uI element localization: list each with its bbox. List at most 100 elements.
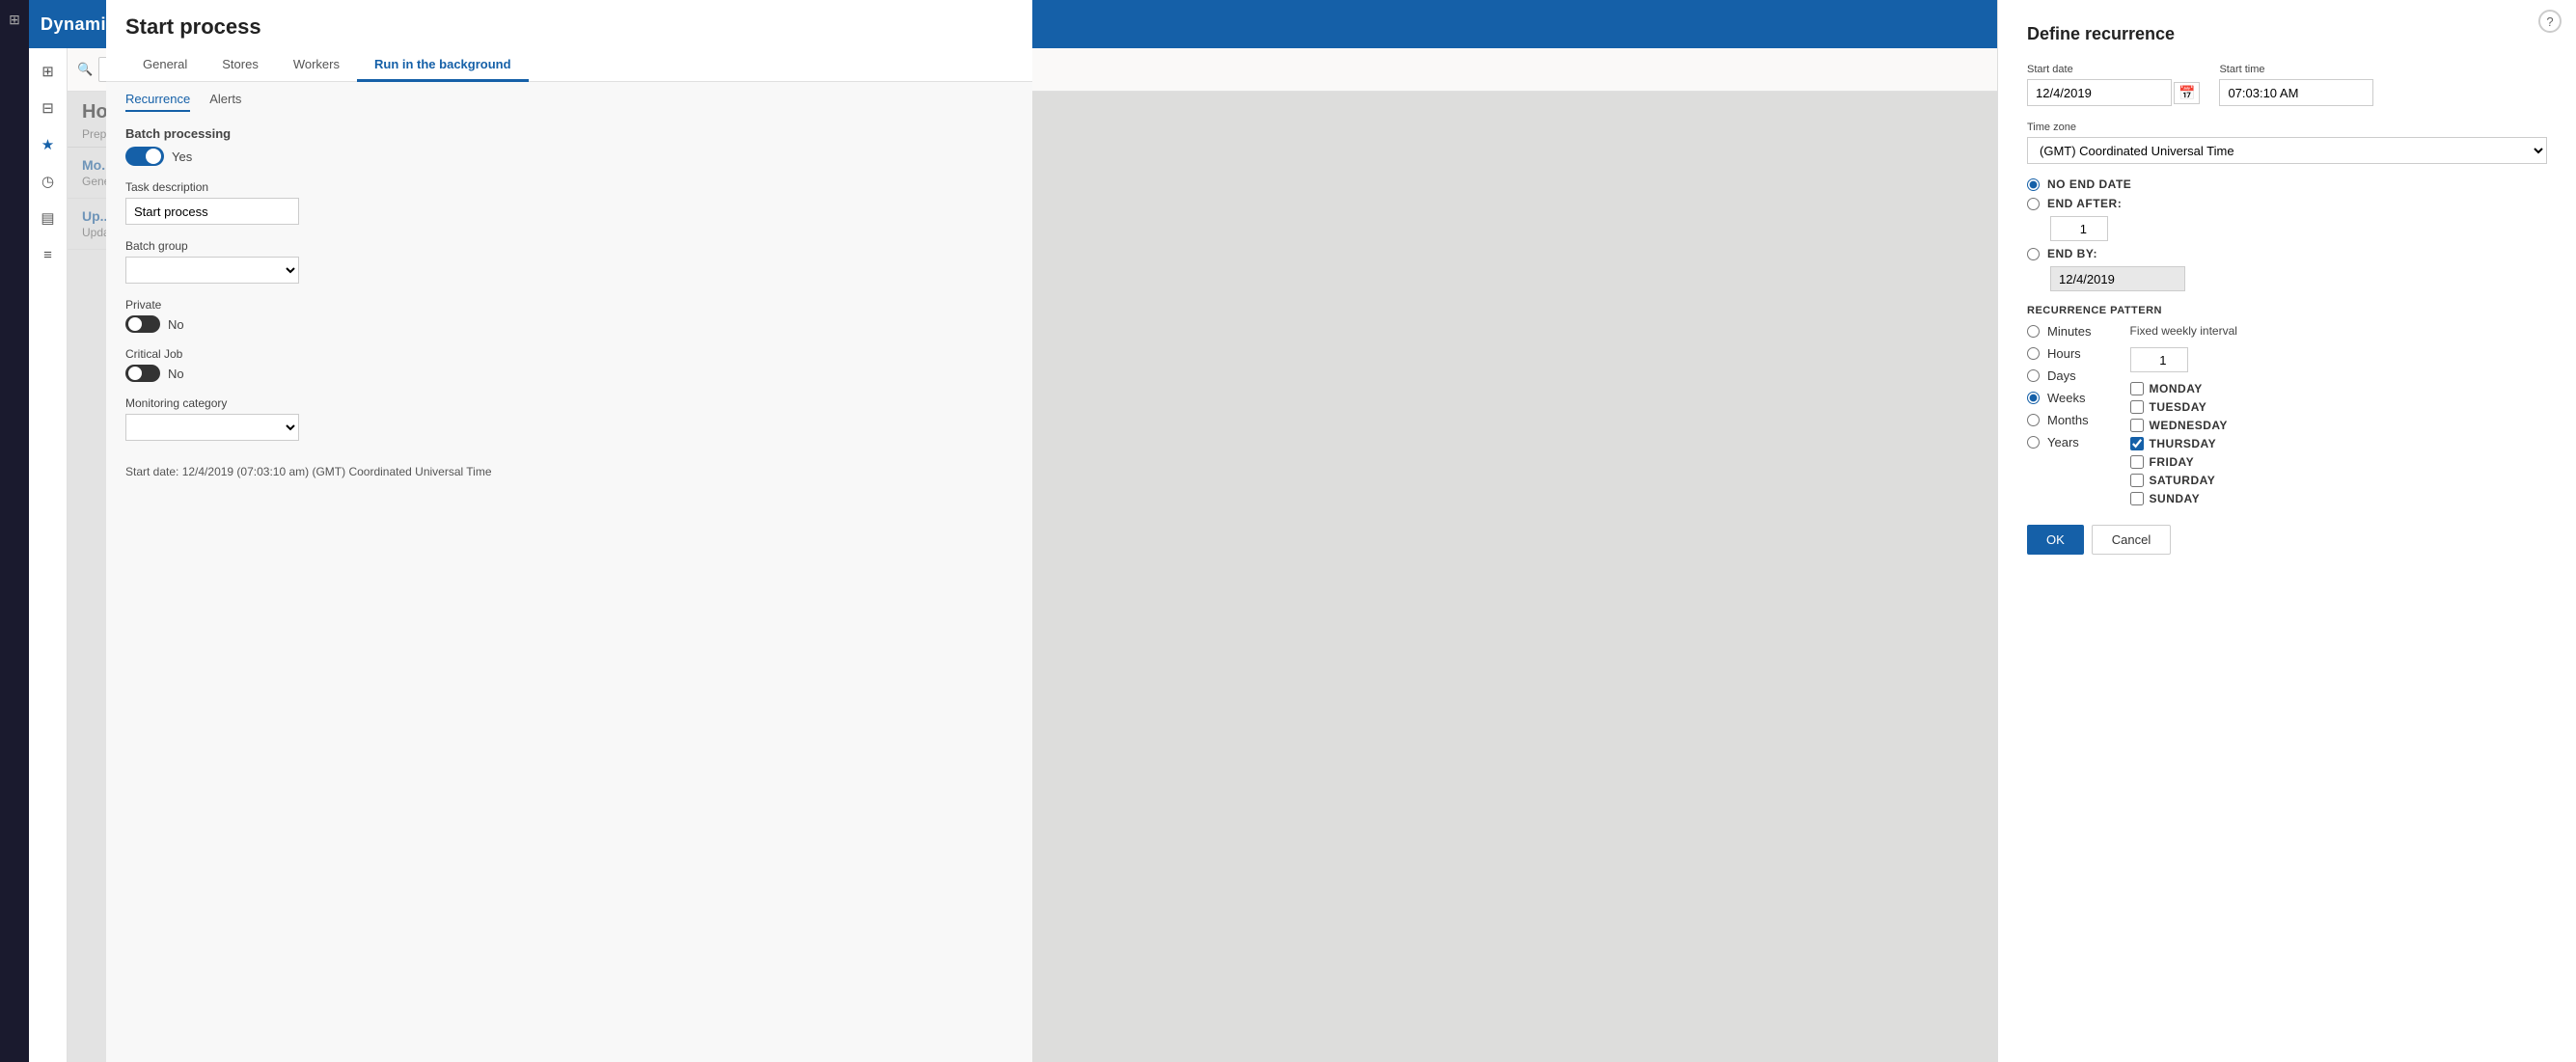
critical-job-label: Critical Job <box>125 347 1013 361</box>
end-options-group: NO END DATE END AFTER: END BY: <box>2027 177 2547 291</box>
tab-general[interactable]: General <box>125 49 205 82</box>
task-description-input[interactable] <box>125 198 299 225</box>
pattern-months-radio[interactable] <box>2027 414 2040 426</box>
pattern-hours-label[interactable]: Hours <box>2047 346 2081 361</box>
tuesday-label[interactable]: TUESDAY <box>2150 400 2207 414</box>
define-recurrence-panel: ? Define recurrence Start date 📅 Start t… <box>1997 0 2576 1062</box>
saturday-checkbox[interactable] <box>2130 474 2144 487</box>
pattern-hours-row: Hours <box>2027 346 2092 361</box>
tab-workers[interactable]: Workers <box>276 49 357 82</box>
recurrence-pattern-container: Minutes Hours Days Weeks Months Years <box>2027 324 2547 505</box>
end-after-radio[interactable] <box>2027 198 2040 210</box>
friday-checkbox[interactable] <box>2130 455 2144 469</box>
start-time-input[interactable] <box>2219 79 2373 106</box>
private-field: Private No <box>106 298 1032 333</box>
pattern-weeks-label[interactable]: Weeks <box>2047 391 2086 405</box>
search-icon-button[interactable]: 🔍 <box>77 62 93 77</box>
start-date-input[interactable] <box>2027 79 2172 106</box>
friday-label[interactable]: FRIDAY <box>2150 455 2195 469</box>
ok-button[interactable]: OK <box>2027 525 2084 555</box>
nav-home-icon[interactable]: ⊞ <box>33 56 64 87</box>
batch-toggle[interactable] <box>125 147 164 166</box>
pattern-hours-radio[interactable] <box>2027 347 2040 360</box>
task-description-field: Task description <box>106 180 1032 225</box>
days-container: MONDAY TUESDAY WEDNESDAY THURSDAY FRIDAY <box>2130 382 2237 505</box>
critical-row: No <box>125 365 1013 382</box>
end-after-row: END AFTER: <box>2027 197 2547 210</box>
cancel-button[interactable]: Cancel <box>2092 525 2171 555</box>
nav-clock-icon[interactable]: ◷ <box>33 166 64 197</box>
end-after-input-container <box>2050 216 2547 241</box>
time-zone-label: Time zone <box>2027 122 2547 133</box>
batch-group-select[interactable] <box>125 257 299 284</box>
monitoring-category-select[interactable] <box>125 414 299 441</box>
calendar-icon[interactable]: 📅 <box>2174 82 2200 104</box>
end-after-input[interactable] <box>2050 216 2108 241</box>
monday-checkbox[interactable] <box>2130 382 2144 395</box>
day-wednesday-row: WEDNESDAY <box>2130 419 2237 432</box>
day-thursday-row: THURSDAY <box>2130 437 2237 450</box>
pattern-weeks-radio[interactable] <box>2027 392 2040 404</box>
private-row: No <box>125 315 1013 333</box>
sp-title: Start process <box>125 14 1013 40</box>
nav-filter-icon[interactable]: ⊟ <box>33 93 64 123</box>
task-description-label: Task description <box>125 180 1013 194</box>
tuesday-checkbox[interactable] <box>2130 400 2144 414</box>
no-end-date-label[interactable]: NO END DATE <box>2047 177 2131 191</box>
end-after-label[interactable]: END AFTER: <box>2047 197 2122 210</box>
wednesday-label[interactable]: WEDNESDAY <box>2150 419 2228 432</box>
subtab-recurrence[interactable]: Recurrence <box>125 92 190 112</box>
dr-title: Define recurrence <box>2027 24 2547 44</box>
pattern-weeks-row: Weeks <box>2027 391 2092 405</box>
subtab-alerts[interactable]: Alerts <box>209 92 241 112</box>
start-time-field: Start time <box>2219 64 2373 106</box>
time-zone-select[interactable]: (GMT) Coordinated Universal Time <box>2027 137 2547 164</box>
pattern-years-radio[interactable] <box>2027 436 2040 449</box>
private-toggle-label: No <box>168 317 184 332</box>
wednesday-checkbox[interactable] <box>2130 419 2144 432</box>
tab-stores[interactable]: Stores <box>205 49 276 82</box>
nav-list-icon[interactable]: ≡ <box>33 239 64 270</box>
recurrence-pattern-label: RECURRENCE PATTERN <box>2027 305 2547 316</box>
fixed-interval-input[interactable] <box>2130 347 2188 372</box>
tab-run-background[interactable]: Run in the background <box>357 49 529 82</box>
end-by-label[interactable]: END BY: <box>2047 247 2097 260</box>
thursday-checkbox[interactable] <box>2130 437 2144 450</box>
pattern-days-label[interactable]: Days <box>2047 368 2076 383</box>
time-zone-field: Time zone (GMT) Coordinated Universal Ti… <box>2027 122 2547 164</box>
day-saturday-row: SATURDAY <box>2130 474 2237 487</box>
batch-group-label: Batch group <box>125 239 1013 253</box>
saturday-label[interactable]: SATURDAY <box>2150 474 2216 487</box>
thursday-label[interactable]: THURSDAY <box>2150 437 2217 450</box>
sunday-checkbox[interactable] <box>2130 492 2144 505</box>
private-label: Private <box>125 298 1013 312</box>
weekly-options: Fixed weekly interval MONDAY TUESDAY WED… <box>2130 324 2237 505</box>
pattern-months-label[interactable]: Months <box>2047 413 2089 427</box>
day-tuesday-row: TUESDAY <box>2130 400 2237 414</box>
sunday-label[interactable]: SUNDAY <box>2150 492 2201 505</box>
nav-chart-icon[interactable]: ▤ <box>33 203 64 233</box>
fixed-interval-label: Fixed weekly interval <box>2130 324 2237 338</box>
private-toggle[interactable] <box>125 315 160 333</box>
sp-tabs: General Stores Workers Run in the backgr… <box>125 49 1013 81</box>
sp-subtabs: Recurrence Alerts <box>106 82 1032 112</box>
help-icon[interactable]: ? <box>2538 10 2562 33</box>
nav-grid-icon[interactable]: ⊞ <box>3 8 26 31</box>
nav-star-icon[interactable]: ★ <box>33 129 64 160</box>
monday-label[interactable]: MONDAY <box>2150 382 2203 395</box>
pattern-years-label[interactable]: Years <box>2047 435 2079 449</box>
pattern-days-radio[interactable] <box>2027 369 2040 382</box>
secondary-nav: ⊞ ⊟ ★ ◷ ▤ ≡ <box>29 48 68 1062</box>
no-end-date-radio[interactable] <box>2027 178 2040 191</box>
end-by-radio[interactable] <box>2027 248 2040 260</box>
start-datetime-row: Start date 📅 Start time <box>2027 64 2547 106</box>
batch-section: Batch processing Yes <box>106 112 1032 180</box>
critical-job-toggle-label: No <box>168 367 184 381</box>
pattern-minutes-radio[interactable] <box>2027 325 2040 338</box>
end-by-input[interactable] <box>2050 266 2185 291</box>
critical-job-toggle[interactable] <box>125 365 160 382</box>
left-nav: ⊞ <box>0 0 29 1062</box>
start-process-panel: Start process General Stores Workers Run… <box>106 0 1032 1062</box>
pattern-months-row: Months <box>2027 413 2092 427</box>
pattern-minutes-label[interactable]: Minutes <box>2047 324 2092 339</box>
